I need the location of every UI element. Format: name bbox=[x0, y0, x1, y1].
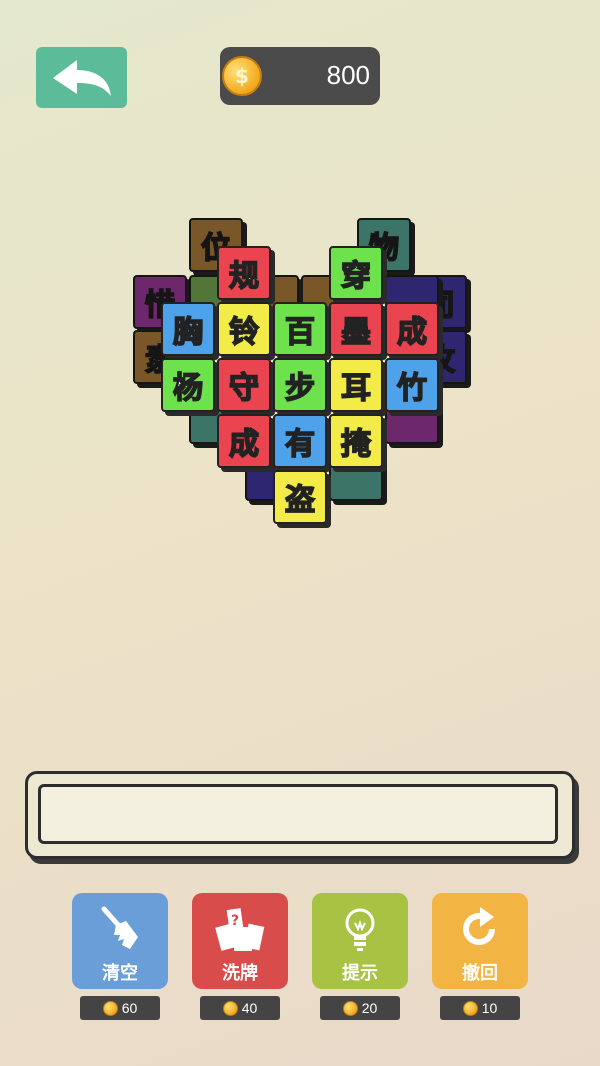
clear-button[interactable]: 清空 bbox=[72, 893, 168, 989]
tile-shou[interactable]: 守 bbox=[217, 358, 271, 412]
tile-cheng-2[interactable]: 成 bbox=[217, 414, 271, 468]
shuffle-button[interactable]: ? 洗牌 bbox=[192, 893, 288, 989]
tile-chuan[interactable]: 穿 bbox=[329, 246, 383, 300]
tile-yan[interactable]: 掩 bbox=[329, 414, 383, 468]
hint-button[interactable]: 提示 bbox=[312, 893, 408, 989]
brush-icon bbox=[101, 906, 138, 949]
tile-cheng[interactable]: 成 bbox=[385, 302, 439, 356]
shuffle-cost: 40 bbox=[200, 996, 280, 1020]
tray-slots bbox=[38, 784, 558, 844]
coin-icon bbox=[102, 1000, 118, 1016]
shuffle-label: 洗牌 bbox=[222, 963, 258, 984]
clear-cost: 60 bbox=[80, 996, 160, 1020]
hint-label: 提示 bbox=[342, 963, 378, 984]
tile-zhu[interactable]: 竹 bbox=[385, 358, 439, 412]
tile-you[interactable]: 有 bbox=[273, 414, 327, 468]
coin-icon bbox=[222, 1000, 238, 1016]
tile-bu[interactable]: 步 bbox=[273, 358, 327, 412]
undo-cost: 10 bbox=[440, 996, 520, 1020]
tile-mo[interactable]: 墨 bbox=[329, 302, 383, 356]
undo-button[interactable]: 撤回 bbox=[432, 893, 528, 989]
hint-cost: 20 bbox=[320, 996, 400, 1020]
lightbulb-icon bbox=[345, 908, 375, 951]
tile-er[interactable]: 耳 bbox=[329, 358, 383, 412]
tile-xiong[interactable]: 胸 bbox=[161, 302, 215, 356]
tile-bai[interactable]: 百 bbox=[273, 302, 327, 356]
coin-icon bbox=[462, 1000, 478, 1016]
undo-label: 撤回 bbox=[462, 963, 498, 984]
tile-board: 位 物 惜 司 素 玫 规 穿 胸 铃 百 墨 成 杨 守 步 耳 竹 成 有 … bbox=[0, 0, 600, 600]
clear-label: 清空 bbox=[102, 963, 138, 984]
tile-yang[interactable]: 杨 bbox=[161, 358, 215, 412]
coin-icon bbox=[342, 1000, 358, 1016]
tile-gui[interactable]: 规 bbox=[217, 246, 271, 300]
tile-tray bbox=[25, 771, 575, 859]
tile-dao[interactable]: 盗 bbox=[273, 470, 327, 524]
tile-ling[interactable]: 铃 bbox=[217, 302, 271, 356]
undo-icon bbox=[463, 907, 495, 945]
shuffle-cards-icon: ? bbox=[215, 908, 265, 951]
